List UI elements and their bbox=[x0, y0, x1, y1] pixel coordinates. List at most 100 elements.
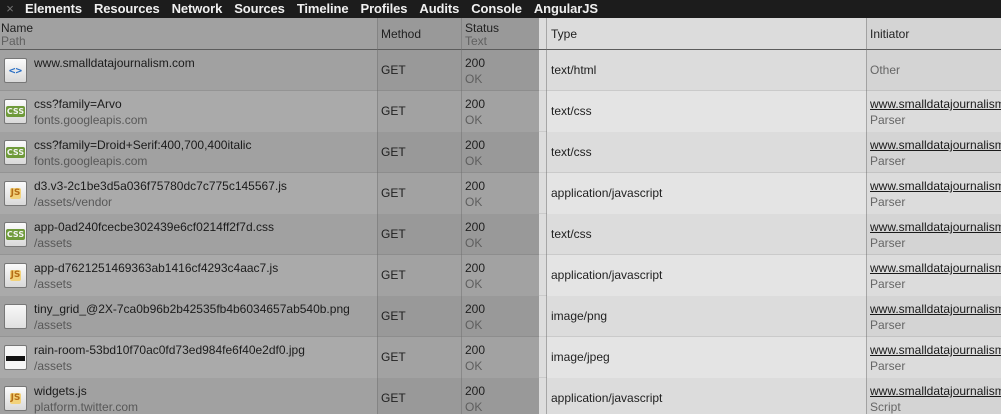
initiator-cell: www.smalldatajournalism.com Parser bbox=[866, 132, 1001, 173]
status-text: OK bbox=[465, 72, 483, 86]
name-cell[interactable]: CSS app-0ad240fcecbe302439e6cf0214ff2f7d.… bbox=[0, 214, 377, 255]
request-name: app-0ad240fcecbe302439e6cf0214ff2f7d.css bbox=[34, 220, 274, 234]
mime-type: image/jpeg bbox=[551, 350, 610, 364]
tab-sources[interactable]: Sources bbox=[227, 0, 290, 18]
js-file-icon: JS bbox=[4, 386, 27, 411]
mime-type: text/css bbox=[551, 104, 592, 118]
request-name: widgets.js bbox=[34, 384, 87, 398]
initiator-type: Parser bbox=[870, 359, 906, 373]
table-row[interactable]: CSS css?family=Arvo fonts.googleapis.com GE… bbox=[0, 91, 1001, 132]
name-cell[interactable]: CSS css?family=Arvo fonts.googleapis.com bbox=[0, 91, 377, 132]
initiator-link[interactable]: www.smalldatajournalism.com bbox=[870, 262, 1001, 275]
initiator-link[interactable]: www.smalldatajournalism.com bbox=[870, 98, 1001, 111]
initiator-cell: www.smalldatajournalism.com Parser bbox=[866, 214, 1001, 255]
column-divider[interactable] bbox=[377, 18, 378, 414]
name-cell[interactable]: JS d3.v3-2c1be3d5a036f75780dc7c775c145567… bbox=[0, 173, 377, 214]
type-cell: image/jpeg bbox=[547, 337, 866, 378]
initiator-type: Parser bbox=[870, 236, 906, 250]
tab-resources[interactable]: Resources bbox=[87, 0, 165, 18]
request-path: fonts.googleapis.com bbox=[34, 154, 148, 168]
initiator-type: Parser bbox=[870, 195, 906, 209]
name-cell[interactable]: tiny_grid_@2X-7ca0b96b2b42535fb4b6034657… bbox=[0, 296, 377, 337]
column-divider[interactable] bbox=[546, 18, 547, 414]
name-cell[interactable]: JS app-d7621251469363ab1416cf4293c4aac7.j… bbox=[0, 255, 377, 296]
icon-label: JS bbox=[9, 188, 22, 199]
initiator-cell: www.smalldatajournalism.com Parser bbox=[866, 173, 1001, 214]
type-cell: text/css bbox=[547, 132, 866, 173]
status-cell: 200 OK bbox=[461, 296, 539, 337]
header-initiator[interactable]: Initiator bbox=[866, 18, 1001, 50]
initiator-link[interactable]: www.smalldatajournalism.com bbox=[870, 221, 1001, 234]
name-cell[interactable]: <> www.smalldatajournalism.com bbox=[0, 50, 377, 91]
name-cell[interactable]: rain-room-53bd10f70ac0fd73ed984fe6f40e2d… bbox=[0, 337, 377, 378]
table-row[interactable]: rain-room-53bd10f70ac0fd73ed984fe6f40e2d… bbox=[0, 337, 1001, 378]
initiator-cell: www.smalldatajournalism.com Parser bbox=[866, 91, 1001, 132]
type-cell: text/css bbox=[547, 91, 866, 132]
status-code: 200 bbox=[465, 179, 486, 193]
request-method: GET bbox=[381, 63, 406, 77]
header-status[interactable]: Status Text bbox=[461, 18, 539, 50]
name-cell[interactable]: CSS css?family=Droid+Serif:400,700,400ita… bbox=[0, 132, 377, 173]
initiator-link[interactable]: www.smalldatajournalism.com bbox=[870, 303, 1001, 316]
table-row[interactable]: JS d3.v3-2c1be3d5a036f75780dc7c775c145567… bbox=[0, 173, 1001, 214]
request-name: rain-room-53bd10f70ac0fd73ed984fe6f40e2d… bbox=[34, 343, 305, 357]
initiator-type: Parser bbox=[870, 154, 906, 168]
tab-timeline[interactable]: Timeline bbox=[290, 0, 354, 18]
initiator-link[interactable]: www.smalldatajournalism.com bbox=[870, 344, 1001, 357]
initiator-link[interactable]: www.smalldatajournalism.com bbox=[870, 385, 1001, 398]
close-icon[interactable]: × bbox=[2, 0, 18, 18]
type-cell: text/html bbox=[547, 50, 866, 91]
status-code: 200 bbox=[465, 220, 486, 234]
header-method-label: Method bbox=[381, 27, 422, 41]
request-method: GET bbox=[381, 145, 406, 159]
request-name: www.smalldatajournalism.com bbox=[34, 56, 195, 70]
tab-console[interactable]: Console bbox=[464, 0, 527, 18]
initiator-cell: www.smalldatajournalism.com Parser bbox=[866, 296, 1001, 337]
js-file-icon: JS bbox=[4, 263, 27, 288]
tab-elements[interactable]: Elements bbox=[18, 0, 87, 18]
column-divider[interactable] bbox=[866, 18, 867, 414]
png-image-icon bbox=[4, 304, 27, 329]
request-path: /assets bbox=[34, 236, 73, 250]
column-divider[interactable] bbox=[461, 18, 462, 414]
status-code: 200 bbox=[465, 97, 486, 111]
header-name[interactable]: Name Path bbox=[0, 18, 377, 50]
status-cell: 200 OK bbox=[461, 50, 539, 91]
tab-angularjs[interactable]: AngularJS bbox=[527, 0, 603, 18]
table-row[interactable]: tiny_grid_@2X-7ca0b96b2b42535fb4b6034657… bbox=[0, 296, 1001, 337]
header-initiator-label: Initiator bbox=[870, 27, 910, 41]
request-name: css?family=Droid+Serif:400,700,400italic bbox=[34, 138, 252, 152]
status-text: OK bbox=[465, 277, 483, 291]
request-method: GET bbox=[381, 104, 406, 118]
tab-network[interactable]: Network bbox=[165, 0, 228, 18]
initiator-link[interactable]: www.smalldatajournalism.com bbox=[870, 180, 1001, 193]
jpg-image-icon bbox=[4, 345, 27, 370]
tab-audits[interactable]: Audits bbox=[412, 0, 464, 18]
header-type[interactable]: Type bbox=[547, 18, 866, 50]
tab-profiles[interactable]: Profiles bbox=[354, 0, 413, 18]
header-method[interactable]: Method bbox=[377, 18, 461, 50]
table-row[interactable]: <> www.smalldatajournalism.com GET 200 OK tex… bbox=[0, 50, 1001, 91]
table-row[interactable]: CSS css?family=Droid+Serif:400,700,400ita… bbox=[0, 132, 1001, 173]
table-row[interactable]: CSS app-0ad240fcecbe302439e6cf0214ff2f7d.… bbox=[0, 214, 1001, 255]
request-method: GET bbox=[381, 350, 406, 364]
method-cell: GET bbox=[377, 255, 461, 296]
mime-type: application/javascript bbox=[551, 268, 663, 282]
mime-type: application/javascript bbox=[551, 186, 663, 200]
css-file-icon: CSS bbox=[4, 140, 27, 165]
status-text: OK bbox=[465, 113, 483, 127]
icon-label: JS bbox=[9, 270, 22, 281]
html-file-icon: <> bbox=[4, 58, 27, 83]
status-text: OK bbox=[465, 318, 483, 332]
table-row[interactable]: JS app-d7621251469363ab1416cf4293c4aac7.j… bbox=[0, 255, 1001, 296]
request-path: /assets/vendor bbox=[34, 195, 113, 209]
initiator-cell: www.smalldatajournalism.com Parser bbox=[866, 255, 1001, 296]
name-cell[interactable]: JS widgets.js platform.twitter.com bbox=[0, 378, 377, 414]
request-method: GET bbox=[381, 268, 406, 282]
initiator-cell: Other bbox=[866, 50, 1001, 91]
method-cell: GET bbox=[377, 91, 461, 132]
initiator-link[interactable]: www.smalldatajournalism.com bbox=[870, 139, 1001, 152]
table-row[interactable]: JS widgets.js platform.twitter.com GET 200 OK… bbox=[0, 378, 1001, 414]
request-name: tiny_grid_@2X-7ca0b96b2b42535fb4b6034657… bbox=[34, 302, 350, 316]
request-method: GET bbox=[381, 186, 406, 200]
